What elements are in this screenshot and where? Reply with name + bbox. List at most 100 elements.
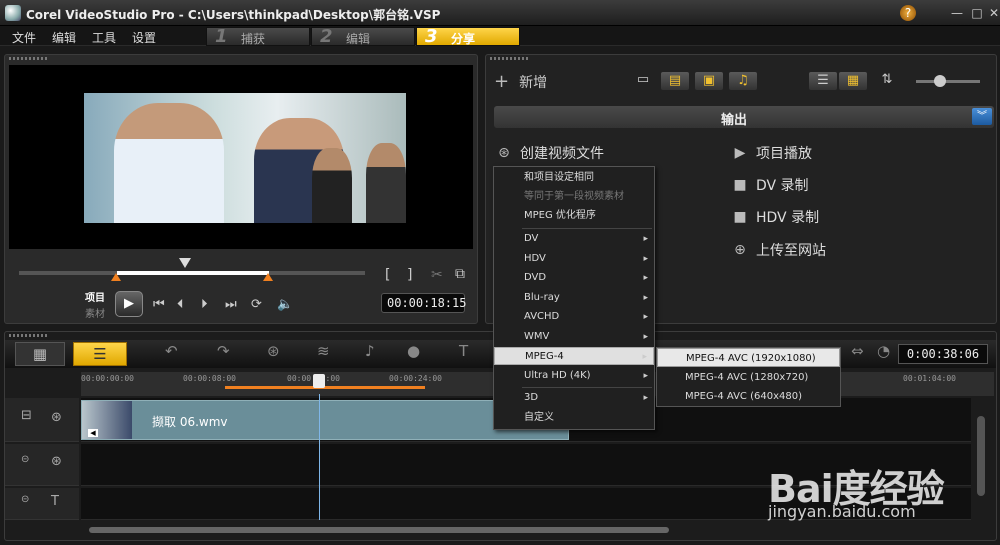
photo-filter-icon[interactable]: ▣ <box>694 71 724 91</box>
camcorder-icon: ■ <box>733 177 747 193</box>
project-playback-button[interactable]: ▶ 项目播放 <box>730 143 812 163</box>
thumbnail-view-icon[interactable]: ▦ <box>838 71 868 91</box>
upload-web-button[interactable]: ⊕ 上传至网站 <box>730 240 826 260</box>
storyboard-view-button[interactable]: ▦ <box>15 342 65 366</box>
close-button[interactable]: ✕ <box>985 5 1000 21</box>
subtitle-editor-icon[interactable]: T <box>459 342 468 360</box>
create-video-context-menu: 和项目设定相同 等同于第一段视频素材 MPEG 优化程序 DV HDV DVD … <box>493 166 655 430</box>
enlarge-icon[interactable]: ⧉ <box>455 266 465 282</box>
scrubber-handle[interactable] <box>179 258 191 268</box>
menu-item-ultra-hd[interactable]: Ultra HD (4K) <box>494 367 654 385</box>
person <box>312 148 352 223</box>
step-share[interactable]: 3 分享 <box>416 26 520 47</box>
menu-item-dv[interactable]: DV <box>494 230 654 248</box>
lock-icon[interactable]: ⊝ <box>21 494 29 505</box>
list-view-icon[interactable]: ☰ <box>808 71 838 91</box>
step-label: 捕获 <box>241 32 266 46</box>
video-filter-icon[interactable]: ▤ <box>660 71 690 91</box>
lock-icon[interactable]: ⊝ <box>21 454 29 465</box>
output-header: 输出 ︾ <box>494 106 994 128</box>
panel-grip[interactable] <box>490 57 530 60</box>
minimize-button[interactable]: — <box>948 5 966 21</box>
title-track-header[interactable]: ⊝ T <box>5 488 79 520</box>
submenu-item-720[interactable]: MPEG-4 AVC (1280x720) <box>657 368 840 387</box>
step-capture[interactable]: 1 捕获 <box>206 26 310 47</box>
library-toolbar: ▭ ▤ ▣ ♫ ☰ ▦ ⇅ <box>622 69 994 93</box>
menu-item-custom[interactable]: 自定义 <box>494 409 654 427</box>
menu-settings[interactable]: 设置 <box>132 29 156 46</box>
menu-item-mpeg-optimizer[interactable]: MPEG 优化程序 <box>494 207 654 225</box>
preview-range-bar[interactable] <box>225 386 425 389</box>
mpeg4-submenu: MPEG-4 AVC (1920x1080) MPEG-4 AVC (1280x… <box>656 347 841 407</box>
fit-project-icon[interactable]: ⇔ <box>851 342 864 360</box>
panel-grip[interactable] <box>9 57 49 60</box>
next-frame-icon[interactable]: ⏵ <box>201 297 208 312</box>
step-edit[interactable]: 2 编辑 <box>311 26 415 47</box>
scissors-icon[interactable]: ✂ <box>431 267 443 283</box>
overlay-track-header[interactable]: ⊝ ⊛ <box>5 444 79 486</box>
menu-item-mpeg4[interactable]: MPEG-4 <box>494 347 654 366</box>
menu-item-same-as-project[interactable]: 和项目设定相同 <box>494 169 654 187</box>
person <box>366 143 406 223</box>
title-track-icon: T <box>51 494 59 509</box>
submenu-item-1080[interactable]: MPEG-4 AVC (1920x1080) <box>657 348 840 367</box>
video-track-header[interactable]: ⊟ ⊛ <box>5 398 79 442</box>
menu-edit[interactable]: 编辑 <box>52 29 76 46</box>
sound-mixer-icon[interactable]: ≋ <box>317 342 330 360</box>
dv-record-button[interactable]: ■ DV 录制 <box>730 175 808 195</box>
play-button[interactable]: ▶ <box>115 291 143 317</box>
clip-label: 撷取 06.wmv <box>152 415 228 429</box>
go-to-start-icon[interactable]: ⏮ <box>153 297 165 312</box>
menu-tools[interactable]: 工具 <box>92 29 116 46</box>
create-video-file-button[interactable]: ⊛ 创建视频文件 <box>494 143 604 163</box>
go-to-end-icon[interactable]: ⏭ <box>225 297 237 312</box>
maximize-button[interactable]: □ <box>968 5 986 21</box>
timecode-display[interactable]: 00:00:18:15 <box>381 293 466 313</box>
vertical-scrollbar[interactable] <box>977 416 985 496</box>
menu-file[interactable]: 文件 <box>12 29 36 46</box>
mode-clip[interactable]: 素材 <box>85 305 105 320</box>
record-capture-icon[interactable]: ⊛ <box>267 342 280 360</box>
chevron-down-icon[interactable]: ︾ <box>972 108 992 125</box>
menu-item-wmv[interactable]: WMV <box>494 328 654 346</box>
help-icon[interactable]: ? <box>900 5 916 21</box>
menu-item-dvd[interactable]: DVD <box>494 269 654 287</box>
menu-item-avchd[interactable]: AVCHD <box>494 308 654 326</box>
folder-icon[interactable]: ▭ <box>628 71 658 91</box>
redo-icon[interactable]: ↷ <box>217 342 230 360</box>
track-manager-icon[interactable]: ⊟ <box>21 408 32 423</box>
step-label: 编辑 <box>346 32 371 46</box>
repeat-icon[interactable]: ⟳ <box>251 297 262 312</box>
ruler-tick: 00:00:24:00 <box>389 374 442 383</box>
mark-out-button[interactable]: ] <box>407 267 412 283</box>
motion-tracking-icon[interactable]: ● <box>407 342 420 360</box>
playhead-handle[interactable] <box>313 374 325 388</box>
upload-web-label: 上传至网站 <box>756 243 826 259</box>
ruler-tick: 00:00:08:00 <box>183 374 236 383</box>
menu-item-hdv[interactable]: HDV <box>494 250 654 268</box>
menu-item-3d[interactable]: 3D <box>494 389 654 407</box>
slider-handle[interactable] <box>934 75 946 87</box>
timeline-view-button[interactable]: ☰ <box>73 342 127 366</box>
panel-grip[interactable] <box>9 334 49 337</box>
mark-in-button[interactable]: [ <box>385 267 390 283</box>
music-note-icon[interactable]: ♫ <box>728 71 758 91</box>
preview-screen <box>9 65 473 249</box>
add-folder-button[interactable]: + 新增 <box>494 71 547 92</box>
submenu-item-480[interactable]: MPEG-4 AVC (640x480) <box>657 387 840 406</box>
trim-start-handle[interactable] <box>111 273 121 281</box>
sort-icon[interactable]: ⇅ <box>872 71 902 91</box>
mode-project[interactable]: 项目 <box>85 289 105 304</box>
hdv-record-button[interactable]: ■ HDV 录制 <box>730 207 819 227</box>
undo-icon[interactable]: ↶ <box>165 342 178 360</box>
volume-icon[interactable]: 🔈 <box>277 297 293 312</box>
video-frame <box>84 93 406 223</box>
auto-music-icon[interactable]: ♪ <box>365 342 375 360</box>
baidu-watermark: Bai度经验 jingyan.baidu.com <box>768 440 968 530</box>
menu-item-bluray[interactable]: Blu-ray <box>494 289 654 307</box>
previous-frame-icon[interactable]: ⏴ <box>177 297 184 312</box>
watermark-url: jingyan.baidu.com <box>768 502 916 521</box>
trim-end-handle[interactable] <box>263 273 273 281</box>
thumbnail-size-slider[interactable] <box>916 80 980 83</box>
horizontal-scrollbar[interactable] <box>89 527 669 533</box>
